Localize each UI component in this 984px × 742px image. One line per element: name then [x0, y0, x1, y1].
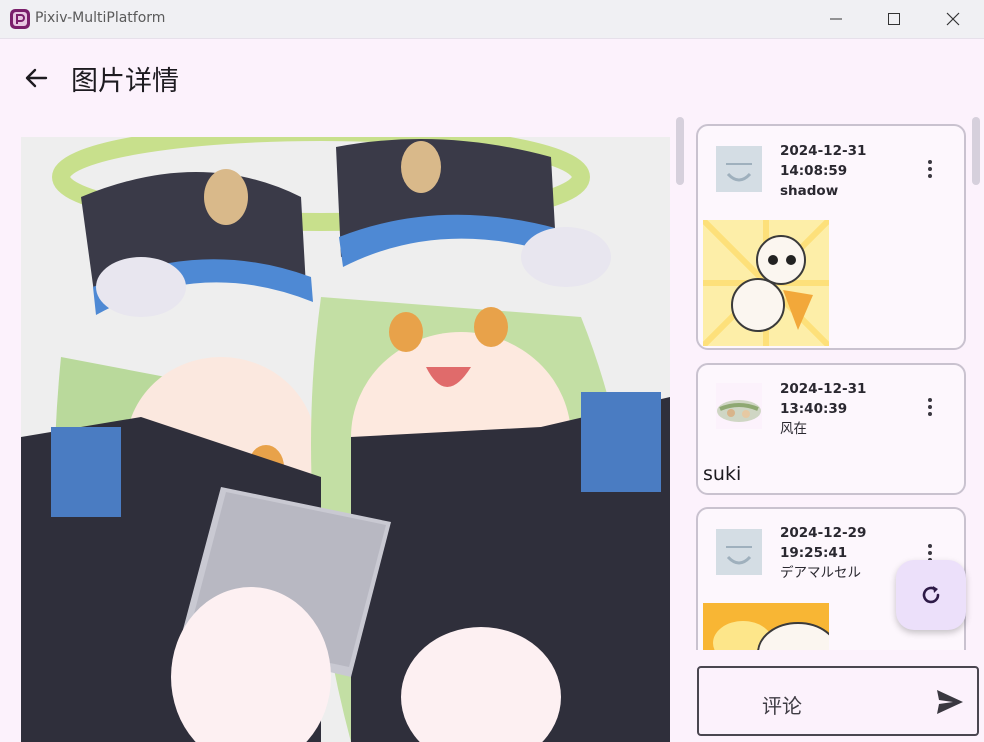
comment-sticker-image[interactable]	[703, 603, 829, 650]
back-button[interactable]	[22, 64, 50, 92]
app-logo-icon	[10, 9, 30, 29]
refresh-button[interactable]	[896, 560, 966, 630]
comment-card: 2024-12-31 14:08:59 shadow	[696, 124, 966, 350]
comment-author: デアマルセル	[780, 565, 861, 581]
comment-meta: 2024-12-29 19:25:41 デアマルセル	[780, 523, 866, 583]
comment-time: 19:25:41	[780, 545, 848, 561]
avatar-image	[716, 383, 762, 429]
send-button[interactable]	[935, 688, 965, 720]
comment-text: suki	[703, 463, 742, 485]
comment-date: 2024-12-31	[780, 381, 867, 397]
avatar[interactable]	[716, 383, 762, 429]
more-options-button[interactable]	[920, 157, 940, 183]
comment-input-placeholder: 评论	[762, 694, 802, 718]
minimize-button[interactable]	[813, 4, 859, 34]
comment-time: 14:08:59	[780, 163, 848, 179]
default-avatar-icon	[716, 529, 762, 575]
page-title: 图片详情	[71, 66, 179, 97]
maximize-icon	[888, 13, 900, 25]
comment-input[interactable]: 评论	[697, 666, 979, 736]
comment-sticker-image[interactable]	[703, 220, 829, 346]
avatar[interactable]	[716, 529, 762, 575]
comment-card: 2024-12-31 13:40:39 风在 suki	[696, 363, 966, 495]
avatar[interactable]	[716, 146, 762, 192]
comment-date: 2024-12-31	[780, 143, 867, 159]
comment-meta: 2024-12-31 13:40:39 风在	[780, 379, 866, 439]
arrow-back-icon	[25, 68, 48, 88]
refresh-icon	[922, 586, 940, 604]
maximize-button[interactable]	[871, 4, 917, 34]
window-title: Pixiv-MultiPlatform	[35, 10, 166, 26]
minimize-icon	[830, 18, 842, 20]
close-icon	[946, 12, 960, 26]
comment-author: shadow	[780, 183, 839, 199]
more-options-button[interactable]	[920, 395, 940, 421]
image-scrollbar[interactable]	[676, 117, 684, 185]
artwork-image[interactable]	[21, 137, 670, 742]
window-titlebar: Pixiv-MultiPlatform	[0, 0, 984, 39]
default-avatar-icon	[716, 146, 762, 192]
comment-meta: 2024-12-31 14:08:59 shadow	[780, 141, 866, 201]
comment-date: 2024-12-29	[780, 525, 867, 541]
comment-time: 13:40:39	[780, 401, 848, 417]
comments-scrollbar[interactable]	[972, 117, 980, 185]
send-icon	[937, 690, 963, 714]
close-button[interactable]	[930, 4, 976, 34]
comment-author: 风在	[780, 421, 807, 437]
